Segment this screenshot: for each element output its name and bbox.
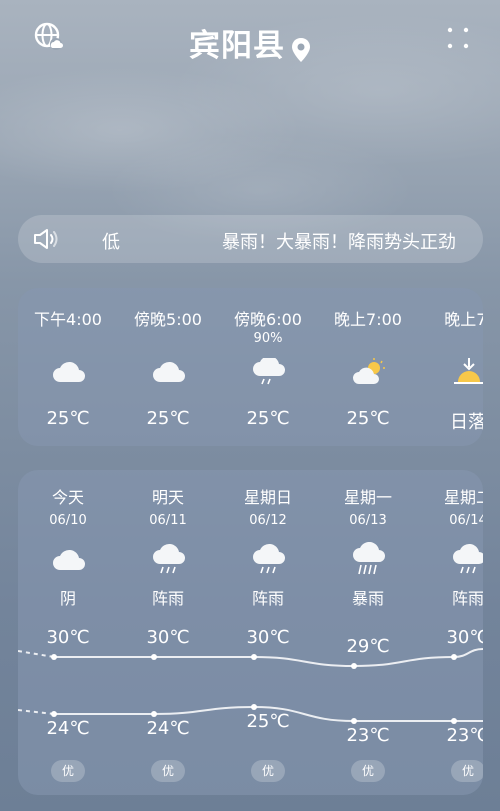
high-temperature: 30℃ bbox=[246, 627, 290, 648]
air-quality-badge: 优 bbox=[451, 760, 483, 782]
hour-temperature: 25℃ bbox=[146, 408, 190, 429]
day-name: 今天 bbox=[51, 488, 84, 507]
hourly-item: 傍晚6:00 90% 25℃ bbox=[218, 288, 318, 446]
daily-item[interactable]: 明天 06/11 阵雨 30℃ 24℃ 优 bbox=[118, 470, 218, 795]
daily-forecast-card[interactable]: 今天 06/10 阴 30℃ 24℃ 优 明天 06/11 阵雨 30℃ 24℃ 优 星期日 06/12 阵… bbox=[18, 470, 483, 795]
air-quality-badge: 优 bbox=[151, 760, 185, 782]
sunset-icon bbox=[452, 358, 483, 386]
air-quality-badge: 优 bbox=[351, 760, 385, 782]
location-pin-icon bbox=[291, 35, 311, 62]
alert-level-tag: 低 bbox=[102, 232, 120, 253]
hourly-item: 傍晚5:00 25℃ bbox=[118, 288, 218, 446]
high-temperature: 29℃ bbox=[346, 636, 390, 657]
hourly-forecast-card[interactable]: 下午4:00 25℃ 傍晚5:00 25℃ 傍晚6:00 90% 25℃ 晚上7:00 25℃ 晚… bbox=[18, 288, 483, 446]
low-temperature: 23℃ bbox=[446, 725, 483, 746]
day-date: 06/14 bbox=[449, 513, 483, 528]
city-title[interactable]: 宾阳县 bbox=[0, 20, 500, 65]
daily-item[interactable]: 星期二 06/14 阵雨 30℃ 23℃ 优 bbox=[418, 470, 483, 795]
day-name: 星期日 bbox=[243, 488, 292, 507]
hour-time: 傍晚5:00 bbox=[134, 310, 202, 329]
speaker-icon[interactable] bbox=[32, 227, 60, 251]
day-condition: 阵雨 bbox=[451, 589, 483, 608]
overcast-icon bbox=[52, 542, 86, 576]
cloudy-icon bbox=[52, 358, 86, 386]
low-temperature: 23℃ bbox=[346, 725, 390, 746]
low-temperature: 25℃ bbox=[246, 711, 290, 732]
day-date: 06/13 bbox=[349, 513, 387, 528]
high-temperature: 30℃ bbox=[446, 627, 483, 648]
hourly-item: 晚上7: 日落 bbox=[418, 288, 483, 446]
hourly-item: 下午4:00 25℃ bbox=[18, 288, 118, 446]
day-condition: 暴雨 bbox=[351, 589, 384, 608]
more-dots-icon[interactable] bbox=[446, 26, 470, 50]
weather-alert-bar[interactable]: 低 暴雨！大暴雨！降雨势头正劲 bbox=[18, 215, 483, 263]
hour-time: 晚上7: bbox=[444, 310, 483, 329]
high-temperature: 30℃ bbox=[46, 627, 90, 648]
cloudy-icon bbox=[152, 358, 186, 386]
alert-message: 暴雨！大暴雨！降雨势头正劲 bbox=[222, 232, 456, 253]
shower-icon bbox=[252, 542, 286, 576]
shower-icon bbox=[452, 542, 483, 576]
city-name: 宾阳县 bbox=[189, 28, 285, 64]
rainstorm-icon bbox=[352, 541, 386, 576]
high-temperature: 30℃ bbox=[146, 627, 190, 648]
day-condition: 阴 bbox=[59, 589, 76, 608]
daily-item[interactable]: 星期一 06/13 暴雨 29℃ 23℃ 优 bbox=[318, 470, 418, 795]
day-name: 星期一 bbox=[343, 488, 392, 507]
hour-time: 下午4:00 bbox=[34, 310, 102, 329]
day-condition: 阵雨 bbox=[251, 589, 284, 608]
day-date: 06/10 bbox=[49, 513, 87, 528]
precip-probability: 90% bbox=[253, 331, 283, 346]
day-date: 06/12 bbox=[249, 513, 287, 528]
hour-temperature: 25℃ bbox=[46, 408, 90, 429]
air-quality-badge: 优 bbox=[251, 760, 285, 782]
low-temperature: 24℃ bbox=[146, 718, 190, 739]
top-bar: 宾阳县 bbox=[0, 0, 500, 80]
hour-temperature: 日落 bbox=[450, 412, 483, 433]
hourly-item: 晚上7:00 25℃ bbox=[318, 288, 418, 446]
day-condition: 阵雨 bbox=[151, 589, 184, 608]
daily-item[interactable]: 星期日 06/12 阵雨 30℃ 25℃ 优 bbox=[218, 470, 318, 795]
partly-cloudy-night-icon bbox=[352, 358, 386, 386]
rain-icon bbox=[252, 355, 286, 386]
hour-time: 傍晚6:00 bbox=[234, 310, 302, 329]
day-date: 06/11 bbox=[149, 513, 187, 528]
hour-temperature: 25℃ bbox=[346, 408, 390, 429]
low-temperature: 24℃ bbox=[46, 718, 90, 739]
hour-time: 晚上7:00 bbox=[334, 310, 402, 329]
air-quality-badge: 优 bbox=[51, 760, 85, 782]
daily-item[interactable]: 今天 06/10 阴 30℃ 24℃ 优 bbox=[18, 470, 118, 795]
hour-temperature: 25℃ bbox=[246, 408, 290, 429]
day-name: 星期二 bbox=[443, 488, 483, 507]
day-name: 明天 bbox=[151, 488, 184, 507]
shower-icon bbox=[152, 542, 186, 576]
